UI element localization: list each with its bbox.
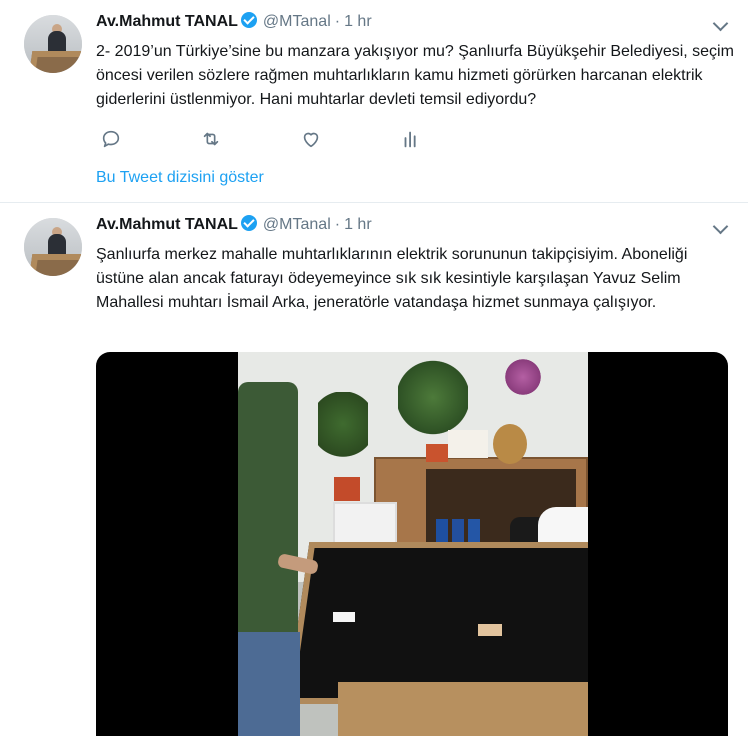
timestamp[interactable]: 1 hr	[344, 216, 372, 233]
verified-badge-icon	[240, 12, 257, 28]
verified-badge-icon	[240, 215, 257, 231]
avatar[interactable]	[24, 218, 82, 276]
author-name[interactable]: Av.Mahmut TANAL	[96, 216, 238, 233]
author-handle[interactable]: @MTanal	[263, 13, 331, 30]
like-icon[interactable]	[300, 128, 324, 152]
separator: ·	[334, 13, 341, 30]
retweet-icon[interactable]	[200, 128, 224, 152]
show-thread-link[interactable]: Bu Tweet dizisini göster	[96, 169, 264, 187]
video-player[interactable]	[96, 352, 728, 736]
tweet-2[interactable]: Av.Mahmut TANAL @MTanal · 1 hr Şanlıurfa me…	[0, 203, 748, 736]
video-frame	[238, 352, 588, 736]
separator: ·	[334, 216, 341, 233]
reply-icon[interactable]	[100, 128, 124, 152]
timestamp[interactable]: 1 hr	[344, 13, 372, 30]
tweet-text: Şanlıurfa merkez mahalle muhtarlıklarını…	[96, 246, 688, 311]
tweet-1[interactable]: Av.Mahmut TANAL @MTanal · 1 hr 2- 2019’un T…	[0, 0, 748, 203]
author-name[interactable]: Av.Mahmut TANAL	[96, 13, 238, 30]
avatar[interactable]	[24, 15, 82, 73]
tweet-text: 2- 2019’un Türkiye’sine bu manzara yakış…	[96, 43, 734, 108]
tweet-header: Av.Mahmut TANAL @MTanal · 1 hr	[96, 12, 728, 34]
analytics-icon[interactable]	[400, 128, 424, 152]
tweet-header: Av.Mahmut TANAL @MTanal · 1 hr	[96, 215, 728, 237]
author-handle[interactable]: @MTanal	[263, 216, 331, 233]
tweet-actions	[96, 128, 436, 152]
